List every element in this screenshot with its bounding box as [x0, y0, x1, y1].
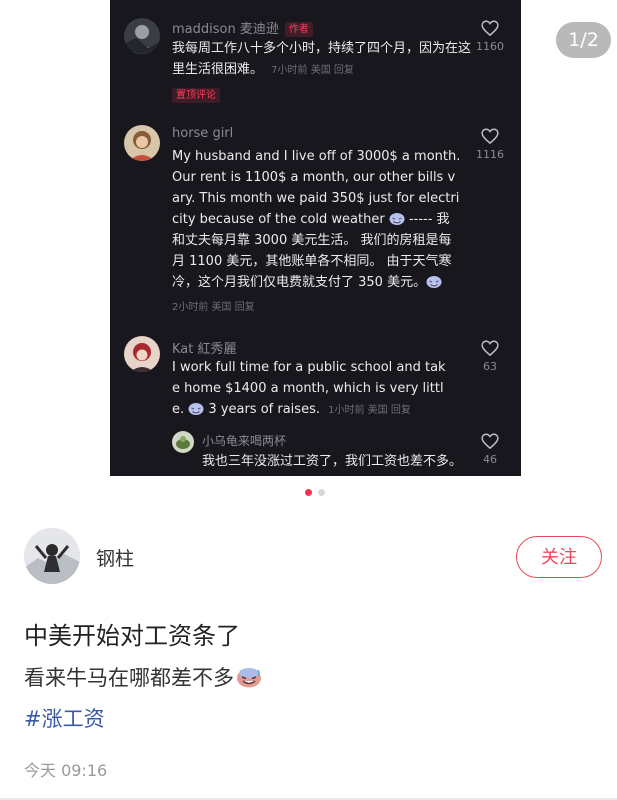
heart-outline-icon — [481, 433, 499, 449]
comment-meta: 2小时前 美国 回复 — [172, 302, 255, 313]
carousel-indicator[interactable] — [300, 489, 330, 497]
image-page-counter: 1/2 — [556, 22, 611, 58]
carousel-dot-active[interactable] — [305, 489, 312, 496]
sweat-smile-emoji-icon — [426, 276, 442, 288]
hashtag-link[interactable]: #涨工资 — [24, 703, 105, 733]
reply-username[interactable]: 小乌龟来喝两杯 — [202, 432, 286, 449]
carousel-dot[interactable] — [318, 489, 325, 496]
heart-outline-icon — [481, 340, 499, 356]
post-body: 看来牛马在哪都差不多 — [24, 662, 262, 692]
comment-text: 我每周工作八十多个小时，持续了四个月，因为在这里生活很困难。 7小时前 美国 回… — [172, 41, 472, 77]
sweat-smile-emoji-icon — [237, 668, 261, 688]
like-count: 1160 — [476, 40, 504, 53]
comment-username[interactable]: Kat 紅秀麗 — [172, 338, 237, 357]
like-count: 63 — [483, 360, 497, 373]
avatar[interactable] — [124, 336, 160, 372]
sweat-smile-emoji-icon — [188, 403, 204, 415]
sweat-smile-emoji-icon — [389, 213, 405, 225]
screenshot-image[interactable]: maddison 麦迪逊 作者 我每周工作八十多个小时，持续了四个月，因为在这里生… — [110, 0, 521, 476]
like-button[interactable]: 1116 — [475, 128, 505, 161]
author-row: 钢柱 关注 — [24, 528, 604, 588]
comment-meta: 1小时前 美国 回复 — [328, 405, 411, 416]
heart-outline-icon — [481, 20, 499, 36]
post-title: 中美开始对工资条了 — [24, 622, 240, 650]
like-button[interactable]: 63 — [475, 340, 505, 373]
avatar[interactable] — [172, 431, 194, 453]
heart-outline-icon — [481, 128, 499, 144]
author-name[interactable]: 钢柱 — [96, 544, 134, 571]
post-timestamp: 今天 09:16 — [24, 761, 108, 780]
author-avatar[interactable] — [24, 528, 80, 584]
avatar[interactable] — [124, 18, 160, 54]
follow-button[interactable]: 关注 — [516, 536, 602, 578]
comment-text: My husband and I live off of 3000$ a mon… — [172, 149, 461, 290]
like-button[interactable]: 1160 — [475, 20, 505, 53]
reply-text: 我也三年没涨过工资了，我们工资也差不多。 — [202, 454, 463, 469]
author-badge: 作者 — [284, 22, 313, 37]
comment-text: I work full time for a public school and… — [172, 360, 446, 417]
comment-meta: 7小时前 美国 回复 — [271, 65, 354, 76]
like-count: 46 — [483, 453, 497, 466]
avatar[interactable] — [124, 125, 160, 161]
comment-username[interactable]: horse girl — [172, 126, 233, 141]
comment-username[interactable]: maddison 麦迪逊 作者 — [172, 18, 313, 37]
like-button[interactable]: 46 — [475, 433, 505, 466]
like-count: 1116 — [476, 148, 504, 161]
pinned-badge: 置顶评论 — [172, 88, 220, 103]
